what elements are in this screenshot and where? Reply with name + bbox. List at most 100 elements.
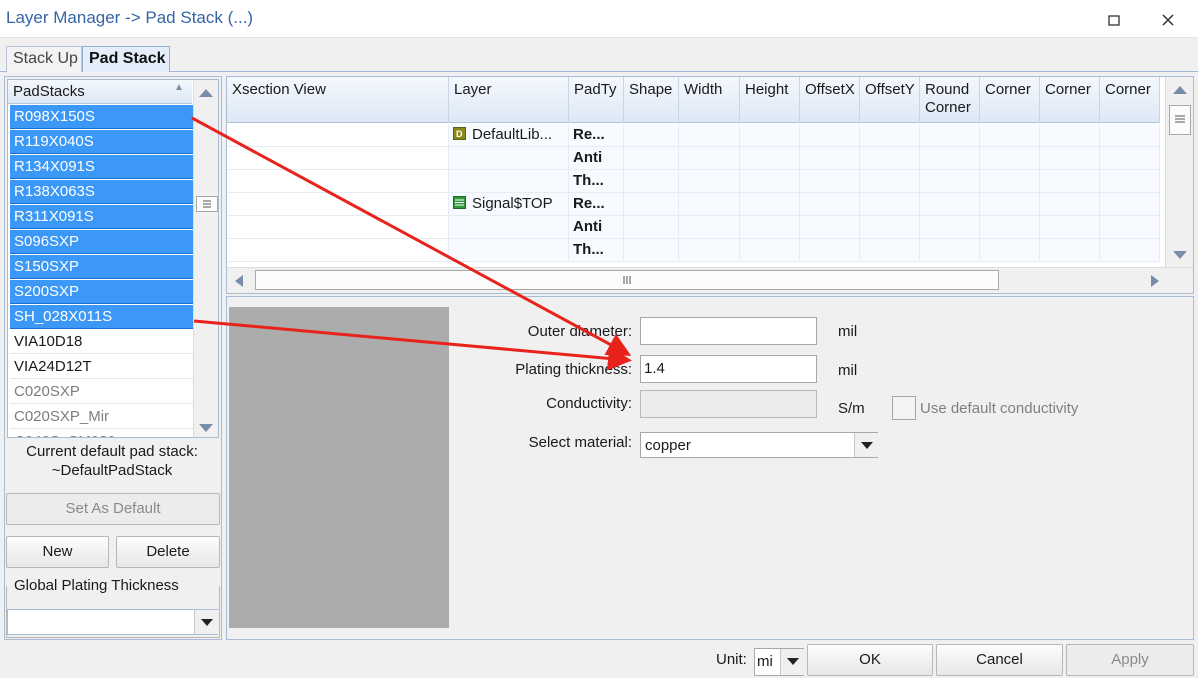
grid-cell[interactable] bbox=[679, 124, 740, 147]
grid-cell[interactable] bbox=[624, 170, 679, 193]
layer-cell[interactable] bbox=[449, 216, 569, 239]
padstack-list-item[interactable]: SH_028X011S bbox=[10, 305, 193, 329]
grid-column-header[interactable]: Corner bbox=[1040, 77, 1100, 123]
grid-cell[interactable] bbox=[860, 193, 920, 216]
grid-cell[interactable] bbox=[1100, 239, 1160, 262]
padtype-cell[interactable]: Th... bbox=[569, 170, 624, 193]
grid-cell[interactable] bbox=[860, 239, 920, 262]
padtype-cell[interactable]: Th... bbox=[569, 239, 624, 262]
grid-cell[interactable] bbox=[920, 170, 980, 193]
padstack-list-item[interactable]: VIA10D18 bbox=[10, 330, 193, 354]
grid-vscroll-thumb[interactable] bbox=[1169, 105, 1191, 135]
padstack-list-item[interactable]: R311X091S bbox=[10, 205, 193, 229]
padtype-cell[interactable]: Anti bbox=[569, 216, 624, 239]
grid-cell[interactable] bbox=[740, 170, 800, 193]
scroll-up-icon[interactable] bbox=[199, 89, 213, 97]
grid-cell[interactable] bbox=[860, 124, 920, 147]
grid-column-header[interactable]: Layer bbox=[449, 77, 569, 123]
grid-cell[interactable] bbox=[980, 170, 1040, 193]
cancel-button[interactable]: Cancel bbox=[936, 644, 1063, 676]
grid-cell[interactable] bbox=[920, 216, 980, 239]
grid-cell[interactable] bbox=[800, 216, 860, 239]
grid-cell[interactable] bbox=[1100, 170, 1160, 193]
close-button[interactable] bbox=[1156, 8, 1180, 32]
set-as-default-button[interactable]: Set As Default bbox=[6, 493, 220, 525]
grid-cell[interactable] bbox=[980, 239, 1040, 262]
grid-cell[interactable] bbox=[860, 216, 920, 239]
layer-cell[interactable]: D DefaultLib... bbox=[449, 124, 569, 147]
grid-cell[interactable] bbox=[920, 124, 980, 147]
scroll-down-icon[interactable] bbox=[199, 424, 213, 432]
global-plating-dropdown-button[interactable] bbox=[194, 610, 218, 634]
padstack-list-item[interactable]: R119X040S bbox=[10, 130, 193, 154]
layer-cell[interactable]: Signal$TOP bbox=[449, 193, 569, 216]
grid-cell[interactable] bbox=[740, 239, 800, 262]
padstack-list-item[interactable]: S200SXP bbox=[10, 280, 193, 304]
grid-cell[interactable] bbox=[800, 147, 860, 170]
conductivity-input[interactable] bbox=[640, 390, 817, 418]
grid-cell[interactable] bbox=[740, 124, 800, 147]
grid-cell[interactable] bbox=[1100, 193, 1160, 216]
grid-cell[interactable] bbox=[679, 216, 740, 239]
grid-cell[interactable] bbox=[980, 147, 1040, 170]
padstack-list-item[interactable]: R098X150S bbox=[10, 105, 193, 129]
tab-stack-up[interactable]: Stack Up bbox=[6, 46, 82, 72]
layer-cell[interactable] bbox=[449, 170, 569, 193]
grid-column-header[interactable]: OffsetX bbox=[800, 77, 860, 123]
grid-cell[interactable] bbox=[800, 193, 860, 216]
material-dropdown-button[interactable] bbox=[854, 433, 878, 457]
layer-cell[interactable] bbox=[449, 147, 569, 170]
grid-cell[interactable] bbox=[1040, 239, 1100, 262]
padstack-grid[interactable]: Xsection View Layer PadTy Shape Width Height O… bbox=[226, 76, 1194, 294]
xsection-cell[interactable] bbox=[227, 239, 449, 262]
padtype-cell[interactable]: Anti bbox=[569, 147, 624, 170]
unit-dropdown-button[interactable] bbox=[780, 649, 804, 675]
ok-button[interactable]: OK bbox=[807, 644, 933, 676]
grid-cell[interactable] bbox=[1040, 147, 1100, 170]
grid-cell[interactable] bbox=[860, 170, 920, 193]
material-select[interactable]: copper bbox=[640, 432, 878, 458]
xsection-cell[interactable] bbox=[227, 216, 449, 239]
grid-cell[interactable] bbox=[624, 216, 679, 239]
grid-cell[interactable] bbox=[1040, 193, 1100, 216]
new-button[interactable]: New bbox=[6, 536, 109, 568]
maximize-button[interactable] bbox=[1102, 8, 1126, 32]
scroll-thumb[interactable] bbox=[196, 196, 218, 212]
unit-select[interactable]: mi bbox=[754, 648, 804, 676]
grid-cell[interactable] bbox=[679, 170, 740, 193]
grid-cell[interactable] bbox=[740, 216, 800, 239]
grid-vertical-scrollbar[interactable] bbox=[1165, 77, 1193, 267]
grid-cell[interactable] bbox=[679, 147, 740, 170]
grid-cell[interactable] bbox=[1040, 170, 1100, 193]
padtype-cell[interactable]: Re... bbox=[569, 193, 624, 216]
padstack-list-header[interactable]: PadStacks ▲ bbox=[8, 80, 192, 104]
xsection-cell[interactable] bbox=[227, 124, 449, 147]
scroll-left-icon[interactable] bbox=[235, 275, 243, 287]
grid-cell[interactable] bbox=[920, 147, 980, 170]
grid-cell[interactable] bbox=[980, 124, 1040, 147]
scroll-down-icon[interactable] bbox=[1173, 251, 1187, 259]
scroll-up-icon[interactable] bbox=[1173, 86, 1187, 94]
grid-cell[interactable] bbox=[624, 147, 679, 170]
grid-cell[interactable] bbox=[800, 239, 860, 262]
grid-cell[interactable] bbox=[1040, 216, 1100, 239]
grid-column-header[interactable]: Xsection View bbox=[227, 77, 449, 123]
grid-cell[interactable] bbox=[980, 193, 1040, 216]
padstack-list-item[interactable]: C040S_SM080 bbox=[10, 430, 193, 437]
grid-cell[interactable] bbox=[1100, 216, 1160, 239]
grid-column-header[interactable]: Height bbox=[740, 77, 800, 123]
padtype-cell[interactable]: Re... bbox=[569, 124, 624, 147]
grid-column-header[interactable]: OffsetY bbox=[860, 77, 920, 123]
grid-column-header[interactable]: PadTy bbox=[569, 77, 624, 123]
grid-column-header[interactable]: Corner bbox=[1100, 77, 1160, 123]
grid-cell[interactable] bbox=[920, 193, 980, 216]
apply-button[interactable]: Apply bbox=[1066, 644, 1194, 676]
padstack-list-item[interactable]: C020SXP bbox=[10, 380, 193, 404]
grid-cell[interactable] bbox=[679, 193, 740, 216]
grid-cell[interactable] bbox=[860, 147, 920, 170]
xsection-cell[interactable] bbox=[227, 147, 449, 170]
scroll-right-icon[interactable] bbox=[1151, 275, 1159, 287]
outer-diameter-input[interactable] bbox=[640, 317, 817, 345]
padstack-list[interactable]: PadStacks ▲ R098X150S R119X040S R134X091S R… bbox=[7, 79, 219, 438]
grid-column-header[interactable]: Corner bbox=[980, 77, 1040, 123]
